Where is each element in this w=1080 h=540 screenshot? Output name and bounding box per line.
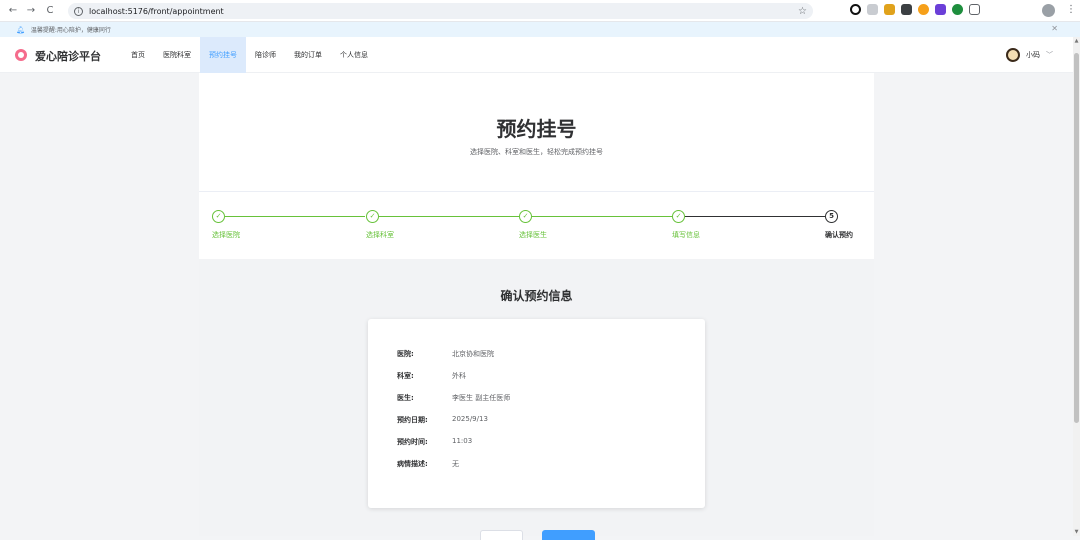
address-bar[interactable]: i localhost:5176/front/appointment ☆ <box>68 3 813 19</box>
step-label-confirm: 确认预约 <box>825 231 853 239</box>
extension-icon[interactable] <box>850 4 861 15</box>
steps-progress: ✓ ✓ ✓ ✓ 5 选择医院 选择科室 选择医生 填写信息 确认预约 <box>199 203 874 253</box>
browser-profile-avatar[interactable] <box>1042 4 1055 17</box>
step-connector <box>532 216 672 217</box>
step-connector <box>685 216 825 217</box>
step-label-select-department: 选择科室 <box>366 231 394 239</box>
step-check-icon: ✓ <box>672 210 685 223</box>
previous-step-button[interactable] <box>480 530 523 540</box>
step-check-icon: ✓ <box>212 210 225 223</box>
avatar <box>1006 48 1020 62</box>
extension-icon[interactable] <box>918 4 929 15</box>
step-connector <box>379 216 519 217</box>
page-title: 预约挂号 <box>496 117 577 141</box>
notice-text: 温馨提醒:用心陪护，健康同行 <box>30 27 111 34</box>
user-menu[interactable]: 小码 ﹀ <box>1006 48 1053 62</box>
step-check-icon: ✓ <box>519 210 532 223</box>
step-label-fill-info: 填写信息 <box>672 231 700 239</box>
summary-value: 外科 <box>452 372 466 380</box>
summary-key: 医院: <box>397 350 414 358</box>
summary-key: 医生: <box>397 394 414 402</box>
extensions-puzzle-icon[interactable] <box>969 4 980 15</box>
summary-row-description: 病情描述: 无 <box>397 459 459 469</box>
step-label-select-hospital: 选择医院 <box>212 231 240 239</box>
menu-item-hospital-departments[interactable]: 医院科室 <box>154 37 200 73</box>
step-number-icon: 5 <box>825 210 838 223</box>
extensions-bar <box>850 4 980 15</box>
step-label-select-doctor: 选择医生 <box>519 231 547 239</box>
summary-row-department: 科室: 外科 <box>397 371 466 381</box>
confirm-section: 确认预约信息 医院: 北京协和医院 科室: 外科 医生: 李医生 副主任医师 预… <box>199 259 874 540</box>
summary-row-doctor: 医生: 李医生 副主任医师 <box>397 393 510 403</box>
bell-icon: 🔔︎ <box>16 25 25 34</box>
extension-icon[interactable] <box>952 4 963 15</box>
notice-bar: 🔔︎ 温馨提醒:用心陪护，健康同行 ✕ <box>0 22 1080 37</box>
browser-menu-icon[interactable]: ⋮ <box>1066 4 1076 15</box>
summary-value: 北京协和医院 <box>452 350 494 358</box>
browser-toolbar: ← → C i localhost:5176/front/appointment… <box>0 0 1080 22</box>
appointment-summary-card: 医院: 北京协和医院 科室: 外科 医生: 李医生 副主任医师 预约日期: 20… <box>368 319 705 508</box>
main-menu: 首页 医院科室 预约挂号 陪诊师 我的订单 个人信息 <box>122 37 377 73</box>
summary-key: 预约时间: <box>397 438 428 446</box>
summary-key: 科室: <box>397 372 414 380</box>
menu-item-my-orders[interactable]: 我的订单 <box>285 37 331 73</box>
appointment-panel: 预约挂号 选择医院、科室和医生，轻松完成预约挂号 ✓ ✓ ✓ ✓ 5 选择医院 … <box>199 73 874 540</box>
step-connector <box>225 216 365 217</box>
menu-item-appointment[interactable]: 预约挂号 <box>200 37 246 73</box>
page-scrollbar[interactable]: ▲ ▼ <box>1073 37 1080 536</box>
summary-row-hospital: 医院: 北京协和医院 <box>397 349 494 359</box>
scrollbar-thumb[interactable] <box>1074 53 1079 423</box>
logo-icon <box>15 49 27 61</box>
back-icon[interactable]: ← <box>4 5 22 16</box>
confirm-title: 确认预约信息 <box>500 289 573 303</box>
menu-item-profile[interactable]: 个人信息 <box>331 37 377 73</box>
top-navigation: 爱心陪诊平台 首页 医院科室 预约挂号 陪诊师 我的订单 个人信息 小码 ﹀ <box>0 37 1073 73</box>
extension-icon[interactable] <box>867 4 878 15</box>
menu-item-home[interactable]: 首页 <box>122 37 154 73</box>
site-info-icon[interactable]: i <box>74 6 83 16</box>
summary-row-time: 预约时间: 11:03 <box>397 437 472 447</box>
scroll-down-icon[interactable]: ▼ <box>1073 529 1080 535</box>
extension-icon[interactable] <box>884 4 895 15</box>
scroll-up-icon[interactable]: ▲ <box>1073 38 1080 44</box>
summary-value: 李医生 副主任医师 <box>452 394 511 402</box>
close-icon[interactable]: ✕ <box>1051 24 1058 33</box>
menu-item-escorts[interactable]: 陪诊师 <box>246 37 285 73</box>
summary-value: 11:03 <box>452 437 473 445</box>
divider <box>199 191 874 192</box>
reload-icon[interactable]: C <box>41 5 59 16</box>
summary-key: 预约日期: <box>397 416 428 424</box>
forward-icon[interactable]: → <box>22 5 40 16</box>
chevron-down-icon: ﹀ <box>1046 51 1053 59</box>
step-check-icon: ✓ <box>366 210 379 223</box>
summary-value: 2025/9/13 <box>452 415 488 423</box>
summary-row-date: 预约日期: 2025/9/13 <box>397 415 488 425</box>
page-subtitle: 选择医院、科室和医生，轻松完成预约挂号 <box>470 148 603 156</box>
confirm-appointment-button[interactable] <box>542 530 595 540</box>
site-logo-text[interactable]: 爱心陪诊平台 <box>35 48 101 64</box>
summary-value: 无 <box>452 460 459 468</box>
extension-icon[interactable] <box>935 4 946 15</box>
bookmark-star-icon[interactable]: ☆ <box>798 6 807 17</box>
url-text: localhost:5176/front/appointment <box>89 6 224 16</box>
extension-icon[interactable] <box>901 4 912 15</box>
user-name: 小码 <box>1026 51 1040 59</box>
summary-key: 病情描述: <box>397 460 428 468</box>
